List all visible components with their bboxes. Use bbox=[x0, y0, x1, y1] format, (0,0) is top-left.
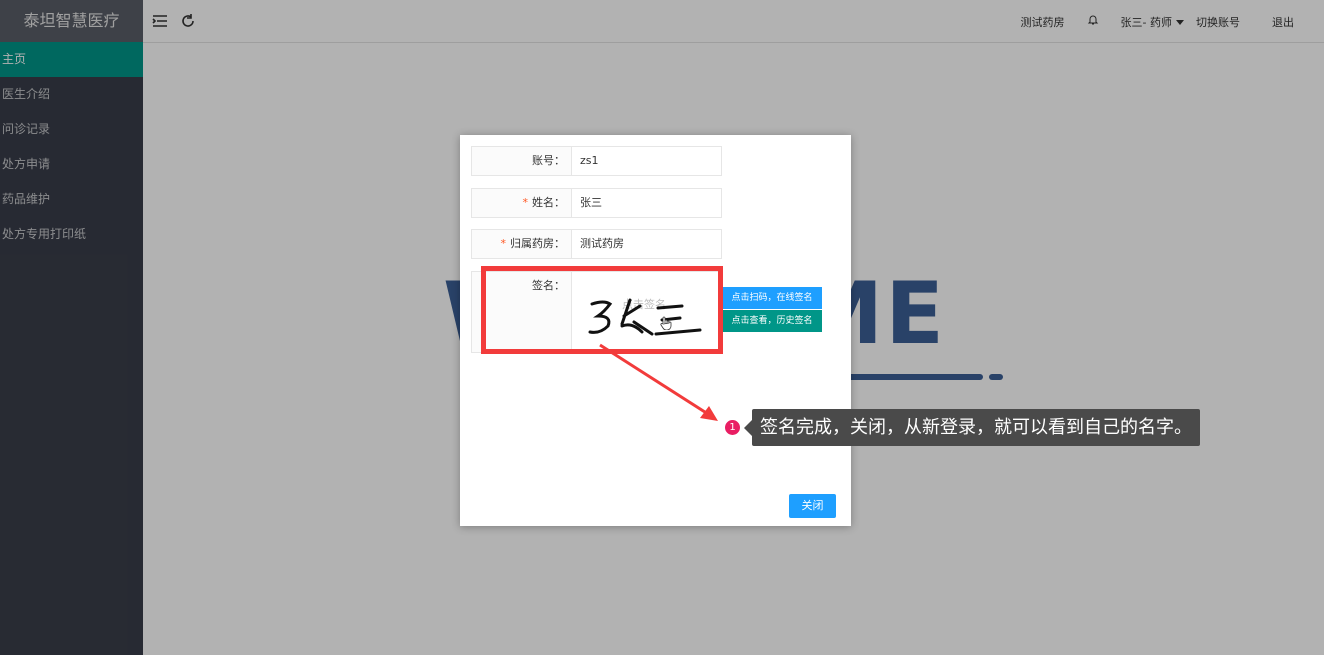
annotation-highlight-box bbox=[481, 266, 723, 354]
pharmacy-row: * 归属药房： 测试药房 bbox=[471, 229, 722, 259]
name-label: 姓名： bbox=[532, 196, 565, 209]
name-field[interactable]: 张三 bbox=[572, 189, 721, 217]
name-row: * 姓名： 张三 bbox=[471, 188, 722, 218]
account-label: 账号： bbox=[472, 147, 572, 175]
step-badge: 1 bbox=[723, 418, 742, 437]
pharmacy-label: 归属药房： bbox=[510, 237, 565, 250]
tutorial-callout: 签名完成，关闭，从新登录，就可以看到自己的名字。 bbox=[744, 409, 1200, 446]
account-value: zs1 bbox=[580, 154, 599, 167]
scan-sign-button[interactable]: 点击扫码，在线签名 bbox=[722, 287, 822, 309]
required-mark: * bbox=[500, 237, 507, 250]
close-button[interactable]: 关闭 bbox=[789, 494, 836, 518]
account-row: 账号： zs1 bbox=[471, 146, 722, 176]
history-signature-button[interactable]: 点击查看，历史签名 bbox=[722, 310, 822, 332]
pharmacy-field[interactable]: 测试药房 bbox=[572, 230, 721, 258]
required-mark: * bbox=[522, 196, 529, 209]
